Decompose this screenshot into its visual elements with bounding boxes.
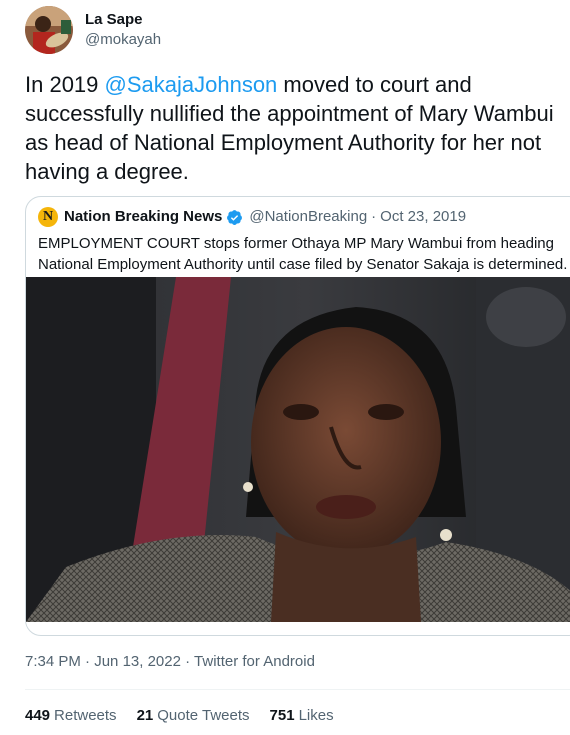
separator-dot: · xyxy=(185,653,191,670)
quoted-tweet-header: N Nation Breaking News @NationBreaking ·… xyxy=(38,207,466,227)
tweet-text-line3: as head of National Employment Authority… xyxy=(25,130,542,155)
quoted-tweet-text: EMPLOYMENT COURT stops former Othaya MP … xyxy=(38,233,570,275)
quoted-tweet-photo[interactable] xyxy=(26,277,570,622)
likes-stat[interactable]: 751 Likes xyxy=(270,706,334,726)
tweet-text-line1-post: moved to court and xyxy=(277,72,472,97)
retweets-stat[interactable]: 449 Retweets xyxy=(25,706,117,726)
divider xyxy=(25,689,570,690)
tweet-date[interactable]: Jun 13, 2022 xyxy=(94,653,181,670)
quoted-author-handle: @NationBreaking xyxy=(249,208,368,225)
tweet-author: La Sape @mokayah xyxy=(25,5,161,55)
author-display-name[interactable]: La Sape xyxy=(85,10,161,30)
tweet-meta: 7:34 PM · Jun 13, 2022 · Twitter for And… xyxy=(25,652,315,672)
likes-label: Likes xyxy=(298,707,334,724)
quotes-count: 21 xyxy=(136,707,154,724)
quote-tweets-stat[interactable]: 21 Quote Tweets xyxy=(137,706,250,726)
verified-badge-icon xyxy=(226,209,243,226)
quoted-text-line1: EMPLOYMENT COURT stops former Othaya MP … xyxy=(38,235,554,252)
tweet-text-line2: successfully nullified the appointment o… xyxy=(25,101,554,126)
retweets-count: 449 xyxy=(25,707,51,724)
author-handle[interactable]: @mokayah xyxy=(85,30,161,50)
tweet-text-line1-pre: In 2019 xyxy=(25,72,105,97)
retweets-label: Retweets xyxy=(54,707,117,724)
quoted-author-name: Nation Breaking News xyxy=(64,208,223,225)
tweet-stats: 449 Retweets 21 Quote Tweets 751 Likes xyxy=(25,706,354,726)
separator-dot: · xyxy=(371,208,377,225)
quoted-tweet-card[interactable]: N Nation Breaking News @NationBreaking ·… xyxy=(25,196,570,636)
tweet-text: In 2019 @SakajaJohnson moved to court an… xyxy=(25,70,570,186)
quoted-tweet-date: Oct 23, 2019 xyxy=(380,208,467,225)
quoted-text-line2: National Employment Authority until case… xyxy=(38,256,568,273)
avatar[interactable] xyxy=(25,6,73,54)
tweet-time[interactable]: 7:34 PM xyxy=(25,653,81,670)
nation-logo-icon: N xyxy=(38,207,58,227)
separator-dot: · xyxy=(85,653,91,670)
mention-link[interactable]: @SakajaJohnson xyxy=(105,72,278,97)
likes-count: 751 xyxy=(269,707,295,724)
quotes-label: Quote Tweets xyxy=(157,707,250,724)
tweet-text-line4: having a degree. xyxy=(25,159,189,184)
tweet-source[interactable]: Twitter for Android xyxy=(194,653,315,670)
